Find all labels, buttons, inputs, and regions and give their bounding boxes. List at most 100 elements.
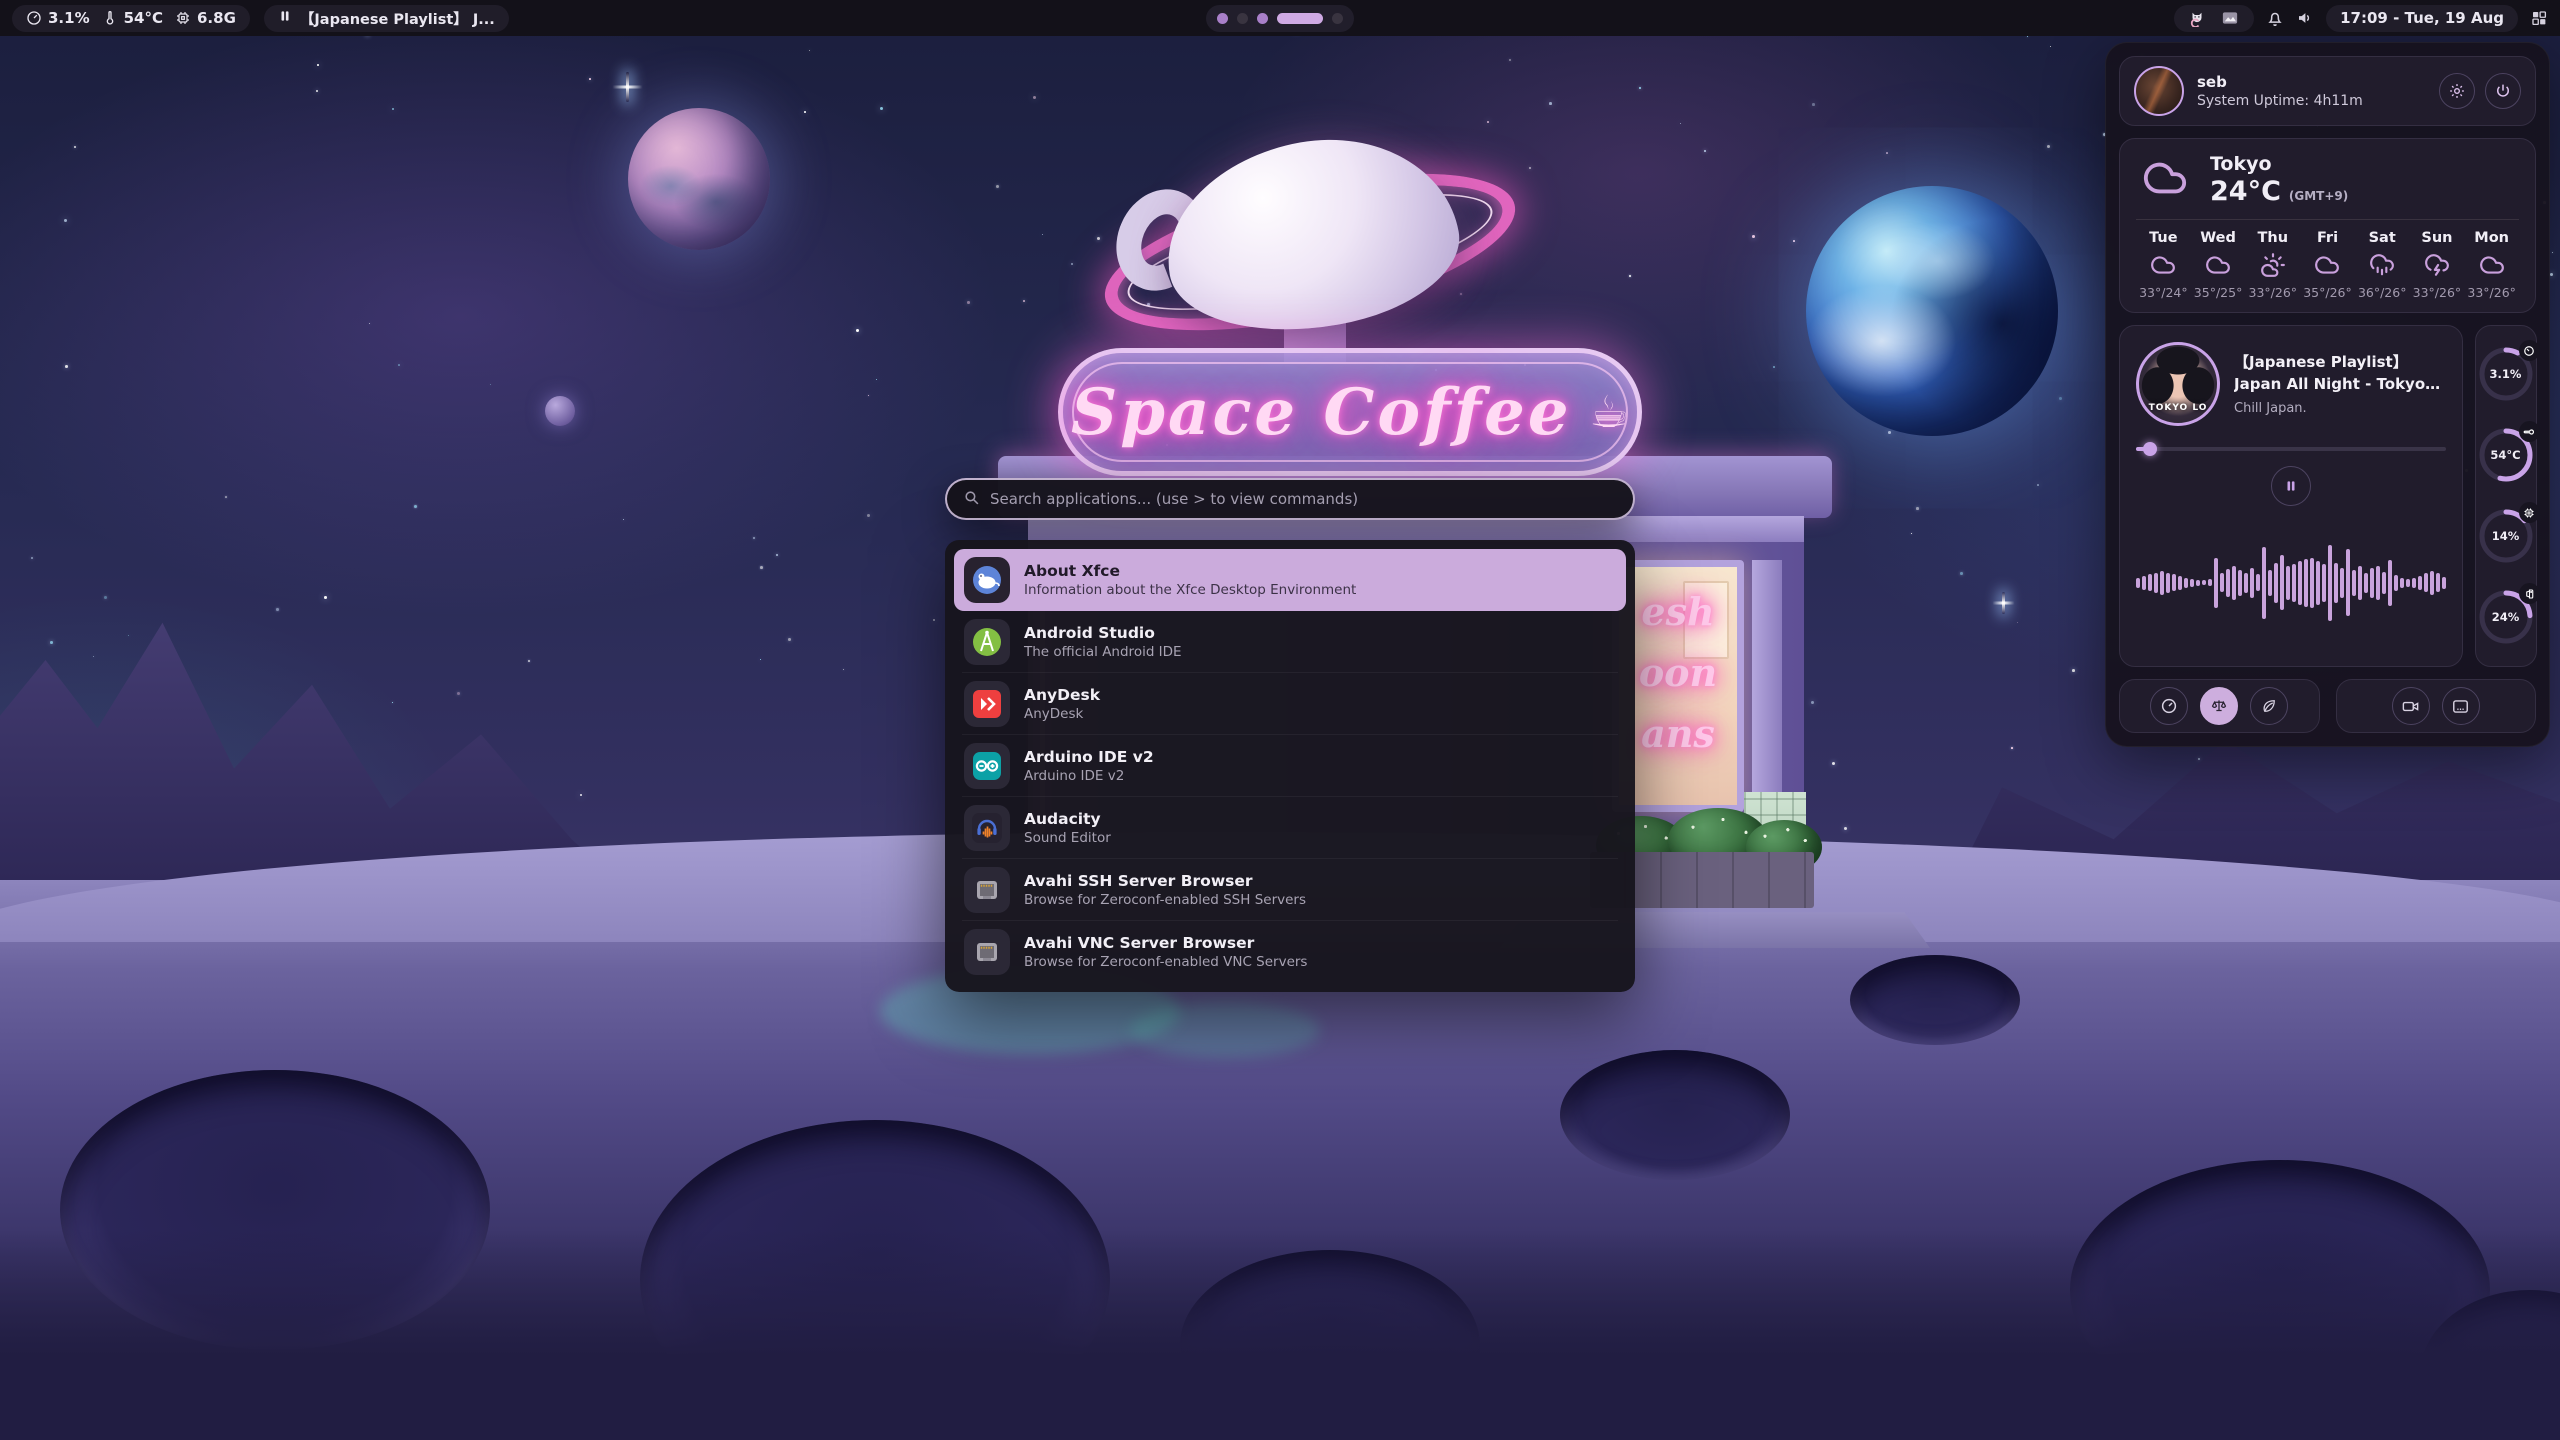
pet-widget-icon[interactable] <box>2188 9 2206 27</box>
workspace-switcher <box>1206 5 1354 32</box>
workspace-dot-1[interactable] <box>1217 13 1228 24</box>
waveform-bar <box>2190 579 2194 587</box>
waveform-bar <box>2304 559 2308 607</box>
app-icon <box>964 557 1010 603</box>
app-list-item[interactable]: Avahi VNC Server Browser Browse for Zero… <box>954 921 1626 983</box>
memory-stat: 6.8G <box>175 9 236 27</box>
screen-record-icon[interactable] <box>2392 687 2430 725</box>
forecast-day-label: Tue <box>2149 230 2177 246</box>
waveform-bar <box>2376 566 2380 600</box>
app-list-item[interactable]: About Xfce Information about the Xfce De… <box>954 549 1626 611</box>
app-description: Information about the Xfce Desktop Envir… <box>1024 582 1356 600</box>
forecast-day: Sun 33°/26° <box>2410 230 2465 300</box>
wallpaper-foreground-shadow <box>0 1230 2560 1440</box>
forecast-temps: 33°/24° <box>2139 285 2188 300</box>
app-list-item[interactable]: Avahi SSH Server Browser Browse for Zero… <box>954 859 1626 921</box>
pause-icon <box>278 9 292 27</box>
capture-card <box>2336 679 2537 733</box>
settings-gear-icon[interactable] <box>2439 73 2475 109</box>
app-icon <box>964 619 1010 665</box>
app-list: About Xfce Information about the Xfce De… <box>945 540 1635 992</box>
app-list-item[interactable]: Audacity Sound Editor <box>954 797 1626 859</box>
power-profile-card <box>2119 679 2320 733</box>
forecast-day-label: Wed <box>2200 230 2236 246</box>
search-box[interactable] <box>945 478 1635 520</box>
now-playing-pill[interactable]: 【Japanese Playlist】 J... <box>264 5 509 32</box>
app-icon <box>964 929 1010 975</box>
search-icon <box>963 489 980 510</box>
workspace-dot-5[interactable] <box>1332 13 1343 24</box>
app-list-item[interactable]: Android Studio The official Android IDE <box>954 611 1626 673</box>
avatar[interactable] <box>2134 66 2184 116</box>
forecast-temps: 35°/26° <box>2303 285 2352 300</box>
gauge-thermo: 54°C <box>2476 425 2536 485</box>
waveform-bar <box>2322 564 2326 602</box>
waveform-bar <box>2232 566 2236 600</box>
waveform-bar <box>2364 573 2368 594</box>
seek-bar[interactable] <box>2136 442 2446 456</box>
forecast-day: Thu 33°/26° <box>2245 230 2300 300</box>
performance-mode-icon[interactable] <box>2150 687 2188 725</box>
wallpaper-glow-pool <box>1130 1002 1320 1058</box>
waveform-bar <box>2166 573 2170 594</box>
powersave-leaf-icon[interactable] <box>2250 687 2288 725</box>
screenshot-icon[interactable] <box>2442 687 2480 725</box>
pause-button[interactable] <box>2271 466 2311 506</box>
forecast-weather-icon <box>2205 252 2231 279</box>
waveform-bar <box>2274 563 2278 603</box>
weather-timezone: (GMT+9) <box>2289 189 2348 203</box>
workspace-dot-4[interactable] <box>1277 13 1323 24</box>
waveform-bar <box>2208 579 2212 586</box>
app-list-item[interactable]: AnyDesk AnyDesk <box>954 673 1626 735</box>
waveform-bar <box>2268 570 2272 596</box>
seek-knob[interactable] <box>2143 442 2157 456</box>
app-icon <box>964 805 1010 851</box>
wallpaper-crater <box>1560 1050 1790 1180</box>
divider <box>2136 219 2519 220</box>
workspace-dot-3[interactable] <box>1257 13 1268 24</box>
wallpaper-sparkle <box>626 72 629 102</box>
waveform-bar <box>2202 580 2206 585</box>
notifications-bell-icon[interactable] <box>2266 9 2284 27</box>
wallpaper-earth <box>1806 186 2058 436</box>
weather-city: Tokyo <box>2210 153 2348 176</box>
waveform-bar <box>2226 569 2230 597</box>
audio-waveform <box>2136 516 2446 650</box>
album-art[interactable]: TOKYO LO <box>2136 342 2220 426</box>
forecast-temps: 35°/25° <box>2194 285 2243 300</box>
app-list-item[interactable]: Arduino IDE v2 Arduino IDE v2 <box>954 735 1626 797</box>
app-grid-icon[interactable] <box>2530 9 2548 27</box>
volume-icon[interactable] <box>2296 9 2314 27</box>
waveform-bar <box>2442 577 2446 589</box>
wallpaper-icon[interactable] <box>2220 9 2240 27</box>
forecast-weather-icon <box>2369 252 2395 279</box>
forecast-day-label: Thu <box>2258 230 2289 246</box>
app-title: Avahi SSH Server Browser <box>1024 871 1306 892</box>
tray-pill <box>2174 5 2254 32</box>
waveform-bar <box>2142 576 2146 590</box>
neon-coffee-cup-icon: ☕ <box>1590 387 1629 438</box>
waveform-bar <box>2340 568 2344 597</box>
forecast-day-label: Sun <box>2421 230 2452 246</box>
track-title: 【Japanese Playlist】 Japan All Night - To… <box>2234 352 2446 396</box>
waveform-bar <box>2370 568 2374 597</box>
system-stats-pill[interactable]: 3.1% 54°C 6.8G <box>12 5 250 32</box>
power-icon[interactable] <box>2485 73 2521 109</box>
balanced-mode-icon[interactable] <box>2200 687 2238 725</box>
forecast-day-label: Mon <box>2474 230 2509 246</box>
gauge-icon <box>26 10 42 26</box>
search-input[interactable] <box>990 490 1617 508</box>
waveform-bar <box>2280 555 2284 610</box>
workspace-dot-2[interactable] <box>1237 13 1248 24</box>
waveform-bar <box>2256 574 2260 591</box>
forecast-day: Mon 33°/26° <box>2464 230 2519 300</box>
clock[interactable]: 17:09 - Tue, 19 Aug <box>2326 5 2518 32</box>
forecast-day: Fri 35°/26° <box>2300 230 2355 300</box>
wallpaper-moonlet <box>545 396 575 426</box>
waveform-bar <box>2154 573 2158 594</box>
app-title: Arduino IDE v2 <box>1024 747 1154 768</box>
waveform-bar <box>2328 545 2332 621</box>
app-description: Arduino IDE v2 <box>1024 768 1154 786</box>
forecast-day-label: Sat <box>2369 230 2396 246</box>
weather-temp: 24°C <box>2210 176 2281 207</box>
